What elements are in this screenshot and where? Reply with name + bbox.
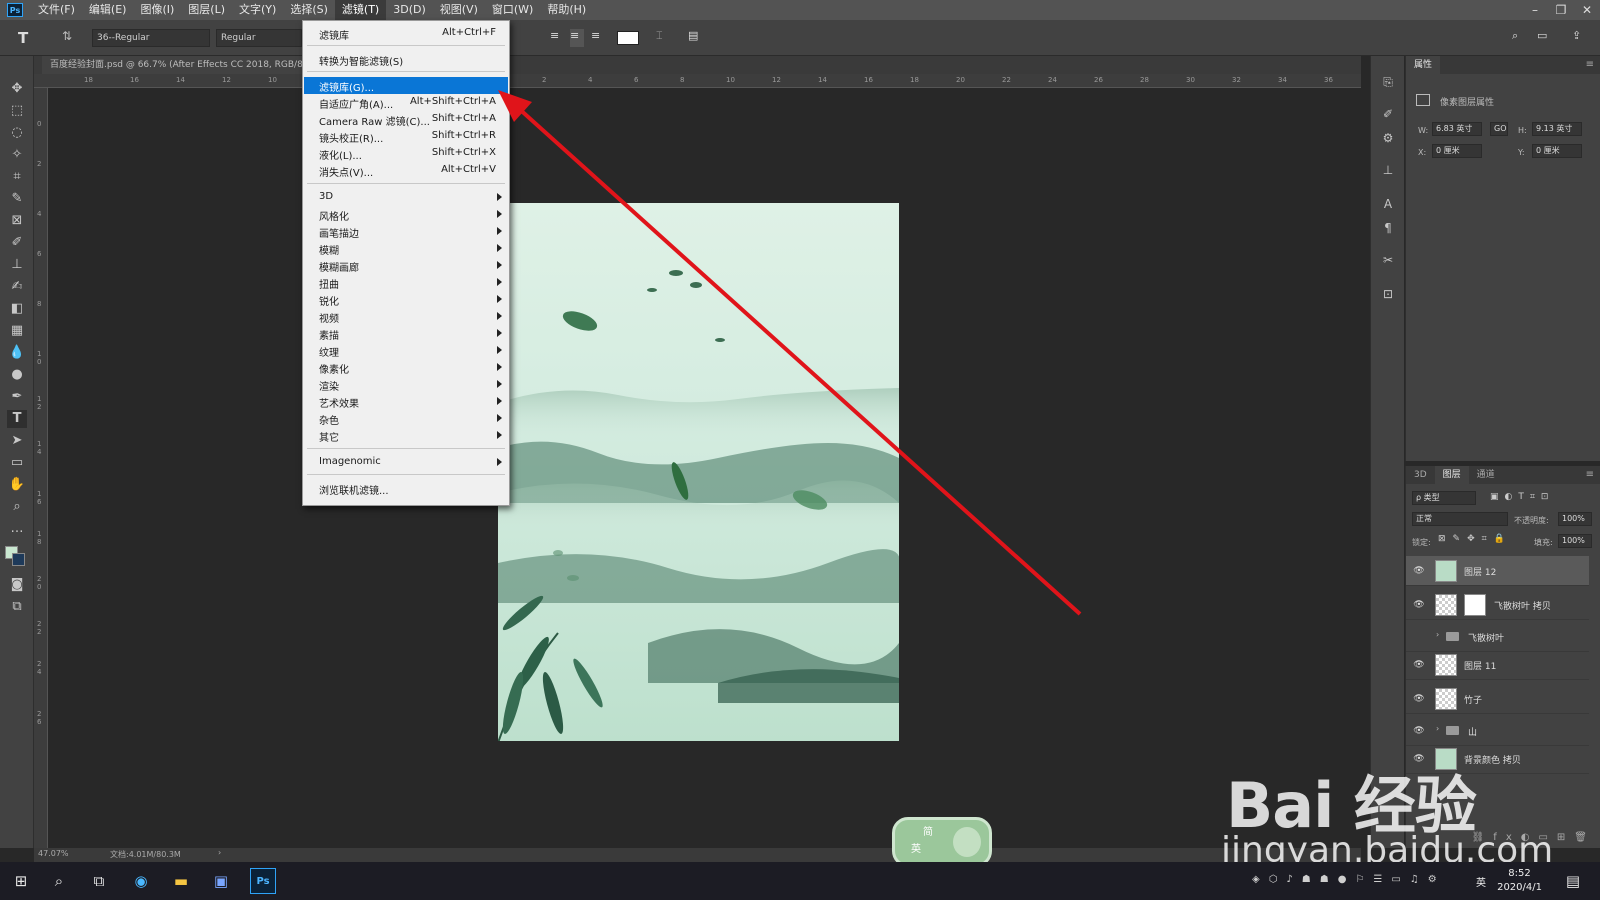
- properties-section-title: 像素图层属性: [1440, 98, 1495, 108]
- opacity-field[interactable]: 100%: [1558, 512, 1592, 526]
- opacity-label: 不透明度:: [1514, 516, 1549, 525]
- y-label: Y:: [1518, 148, 1525, 157]
- group-expand-chevron-icon[interactable]: ›: [1436, 724, 1439, 733]
- ime-floating-widget[interactable]: 简 英: [892, 817, 992, 867]
- clock-date: 2020/4/1: [1497, 882, 1542, 893]
- visibility-eye-icon[interactable]: [1413, 631, 1425, 643]
- layer-thumbnail: [1435, 748, 1457, 770]
- width-field[interactable]: 6.83 英寸: [1432, 122, 1482, 136]
- layer-thumbnail: [1435, 654, 1457, 676]
- ime-english-label[interactable]: 英: [911, 840, 921, 855]
- layer-row[interactable]: 👁 图层 11: [1406, 650, 1589, 680]
- visibility-eye-icon[interactable]: 👁: [1413, 599, 1425, 611]
- notifications-icon[interactable]: ▤: [1560, 868, 1586, 894]
- layer-name: 图层 12: [1464, 568, 1497, 578]
- tab-channels[interactable]: 通道: [1469, 466, 1503, 484]
- layer-thumbnail: [1435, 560, 1457, 582]
- visibility-eye-icon[interactable]: 👁: [1413, 659, 1425, 671]
- layers-tabs: 3D 图层 通道: [1406, 466, 1600, 484]
- visibility-eye-icon[interactable]: 👁: [1413, 753, 1425, 765]
- visibility-eye-icon[interactable]: 👁: [1413, 693, 1425, 705]
- taskbar-clock[interactable]: 8:52 2020/4/1: [1497, 867, 1542, 895]
- layer-row[interactable]: 👁 图层 12: [1406, 556, 1589, 586]
- layer-actions-icons[interactable]: ⛓fx◐▭⊞🗑: [1446, 832, 1596, 844]
- clock-time: 8:52: [1508, 868, 1531, 879]
- panel-menu-icon[interactable]: ≡: [1586, 59, 1594, 70]
- search-icon[interactable]: ⌕: [46, 868, 72, 894]
- layer-group-row[interactable]: 👁 › 山: [1406, 716, 1589, 746]
- input-language-indicator[interactable]: 英: [1476, 874, 1486, 889]
- tab-layers[interactable]: 图层: [1434, 466, 1469, 484]
- tab-properties[interactable]: 属性: [1406, 56, 1441, 74]
- blend-mode-select[interactable]: 正常: [1412, 512, 1508, 526]
- ime-simplified-label[interactable]: 简: [923, 823, 933, 838]
- brush-panel-icon[interactable]: ✐: [1380, 106, 1396, 122]
- height-field[interactable]: 9.13 英寸: [1532, 122, 1582, 136]
- lock-icons[interactable]: ⊠✎✥⌗🔒: [1438, 534, 1538, 546]
- y-field[interactable]: 0 厘米: [1532, 144, 1582, 158]
- width-label: W:: [1418, 126, 1429, 135]
- tools-preset-panel-icon[interactable]: ✂: [1380, 252, 1396, 268]
- annotation-arrow: [498, 90, 1082, 616]
- photoshop-taskbar-icon[interactable]: Ps: [250, 868, 276, 894]
- height-label: H:: [1518, 126, 1527, 135]
- start-icon[interactable]: ⊞: [8, 868, 34, 894]
- fill-label: 填充:: [1534, 538, 1553, 547]
- link-dimensions-button[interactable]: GO: [1490, 122, 1508, 136]
- libraries-panel-icon[interactable]: ⊡: [1380, 286, 1396, 302]
- layer-name: 背景颜色 拷贝: [1464, 756, 1521, 766]
- windows-taskbar: ⊞ ⌕ ⧉ ◉ ▬ ▣ Ps ◈⬡♪☗☗●⚐☰▭♫⚙ 英 8:52 2020/4…: [0, 862, 1600, 900]
- layer-mask-thumbnail[interactable]: [1464, 594, 1486, 616]
- layers-panel-menu-icon[interactable]: ≡: [1586, 469, 1594, 480]
- layers-panel: 3D 图层 通道 ≡ ρ 类型 ▣◐T⌗⊡ 正常 不透明度: 100% 锁定: …: [1405, 466, 1600, 848]
- visibility-eye-icon[interactable]: 👁: [1413, 725, 1425, 737]
- file-explorer-icon[interactable]: ▬: [168, 868, 194, 894]
- visibility-eye-icon[interactable]: 👁: [1413, 565, 1425, 577]
- fill-field[interactable]: 100%: [1558, 534, 1592, 548]
- folder-icon: [1446, 726, 1459, 735]
- tab-3d[interactable]: 3D: [1406, 466, 1435, 484]
- layer-row[interactable]: 👁 背景颜色 拷贝: [1406, 744, 1589, 774]
- x-field[interactable]: 0 厘米: [1432, 144, 1482, 158]
- layer-group-row[interactable]: › 飞散树叶: [1406, 622, 1589, 652]
- character-panel-icon[interactable]: A: [1380, 196, 1396, 212]
- layer-thumbnail: [1435, 594, 1457, 616]
- task-view-icon[interactable]: ⧉: [86, 868, 112, 894]
- adjustments-panel-icon[interactable]: ⚙: [1380, 130, 1396, 146]
- properties-tabs: 属性: [1406, 56, 1600, 74]
- paragraph-panel-icon[interactable]: ¶: [1380, 220, 1396, 236]
- ime-skin-icon: [953, 827, 981, 857]
- layer-thumbnail: [1435, 688, 1457, 710]
- layer-filter-type-icons[interactable]: ▣◐T⌗⊡: [1490, 492, 1594, 504]
- folder-icon: [1446, 632, 1459, 641]
- app-icon[interactable]: ▣: [208, 868, 234, 894]
- panel-icon-strip: ⎘ ✐ ⚙ ⊥ A ¶ ✂ ⊡: [1370, 56, 1404, 848]
- lock-label: 锁定:: [1412, 538, 1431, 547]
- group-expand-chevron-icon[interactable]: ›: [1436, 630, 1439, 639]
- layer-name: 山: [1468, 728, 1478, 738]
- layer-name: 图层 11: [1464, 662, 1497, 672]
- history-panel-icon[interactable]: ⎘: [1380, 74, 1396, 90]
- pixel-layer-icon: [1416, 94, 1430, 106]
- layer-filter-select[interactable]: ρ 类型: [1412, 491, 1476, 505]
- layer-name: 飞散树叶 拷贝: [1494, 602, 1551, 612]
- clone-source-panel-icon[interactable]: ⊥: [1380, 162, 1396, 178]
- x-label: X:: [1418, 148, 1427, 157]
- layer-name: 飞散树叶: [1468, 634, 1505, 644]
- layer-row[interactable]: 👁 飞散树叶 拷贝: [1406, 590, 1589, 620]
- browser-icon[interactable]: ◉: [128, 868, 154, 894]
- layer-row[interactable]: 👁 竹子: [1406, 684, 1589, 714]
- properties-panel: 属性 像素图层属性 W: 6.83 英寸 GO H: 9.13 英寸 X: 0 …: [1405, 56, 1600, 461]
- system-tray-icons[interactable]: ◈⬡♪☗☗●⚐☰▭♫⚙: [1252, 874, 1472, 888]
- layer-name: 竹子: [1464, 696, 1483, 706]
